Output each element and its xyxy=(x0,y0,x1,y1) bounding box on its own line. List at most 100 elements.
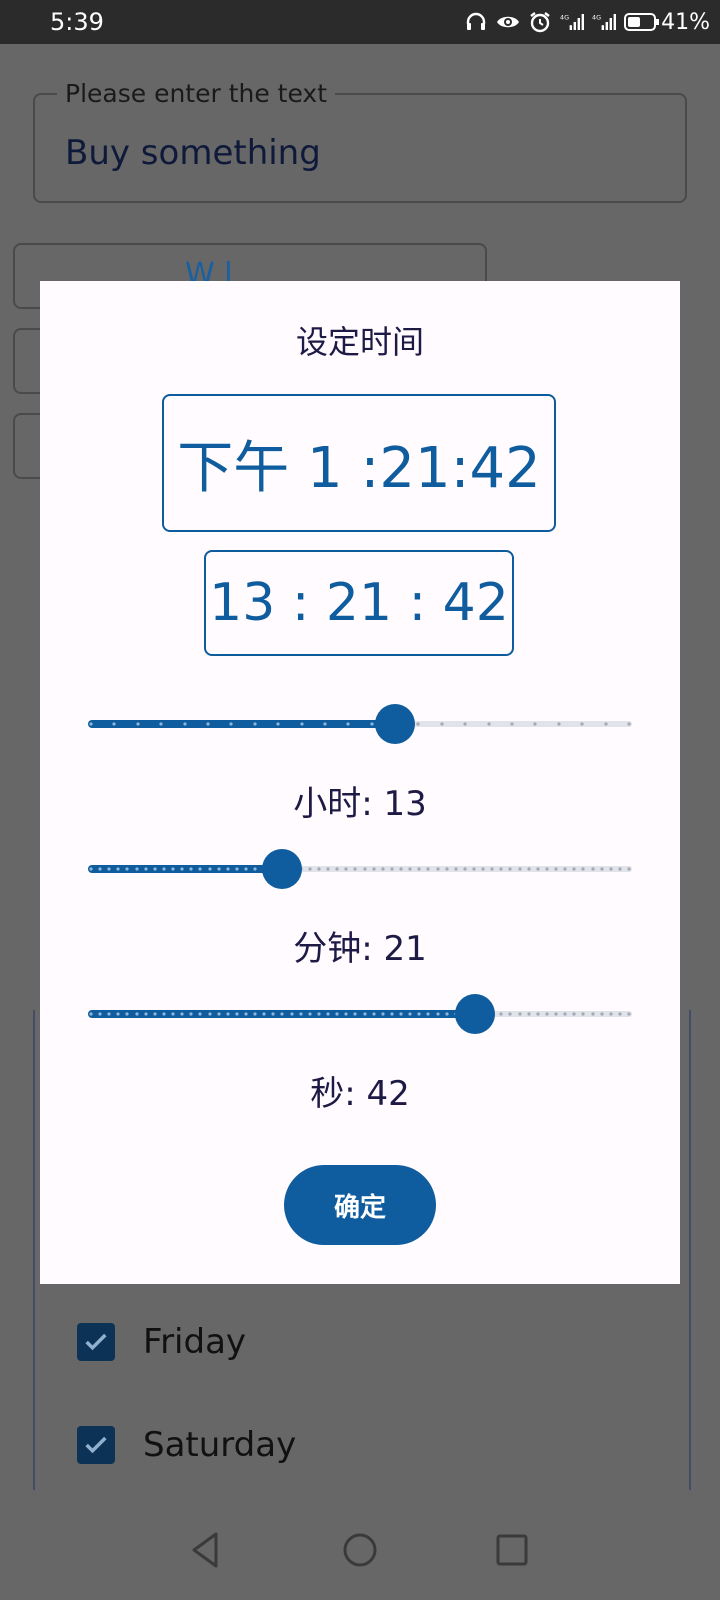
slider-tick xyxy=(527,1012,531,1016)
slider-tick xyxy=(235,1012,239,1016)
slider-tick xyxy=(159,722,163,726)
navigation-bar xyxy=(0,1500,720,1600)
slider-tick xyxy=(171,1012,175,1016)
slider-tick xyxy=(572,867,576,871)
slider-tick xyxy=(440,722,444,726)
slider-tick xyxy=(183,722,187,726)
slider-tick xyxy=(353,1012,357,1016)
slider-tick xyxy=(271,1012,275,1016)
slider-tick xyxy=(618,867,622,871)
slider-tick xyxy=(390,1012,394,1016)
slider-tick xyxy=(180,867,184,871)
slider-tick xyxy=(390,867,394,871)
slider-tick xyxy=(107,867,111,871)
slider-tick xyxy=(536,1012,540,1016)
slider-tick xyxy=(98,1012,102,1016)
slider-tick xyxy=(463,722,467,726)
home-icon[interactable] xyxy=(338,1528,382,1572)
signal-4g-icon: 4G xyxy=(592,14,616,30)
eye-icon xyxy=(497,16,519,28)
slider-tick xyxy=(162,867,166,871)
slider-tick xyxy=(627,722,631,726)
hour-slider[interactable] xyxy=(88,704,632,744)
slider-tick xyxy=(229,722,233,726)
slider-tick xyxy=(323,722,327,726)
slider-tick xyxy=(208,867,212,871)
slider-tick xyxy=(335,1012,339,1016)
slider-tick xyxy=(609,1012,613,1016)
slider-tick xyxy=(308,867,312,871)
slider-tick xyxy=(572,1012,576,1016)
slider-tick xyxy=(162,1012,166,1016)
slider-tick xyxy=(276,722,280,726)
recents-icon[interactable] xyxy=(490,1528,534,1572)
slider-tick xyxy=(408,1012,412,1016)
slider-tick xyxy=(416,722,420,726)
slider-tick xyxy=(136,722,140,726)
slider-tick xyxy=(370,722,374,726)
slider-tick xyxy=(189,867,193,871)
slider-tick xyxy=(408,867,412,871)
slider-tick xyxy=(112,722,116,726)
back-icon[interactable] xyxy=(184,1528,228,1572)
slider-tick xyxy=(463,867,467,871)
check-icon xyxy=(85,1333,107,1351)
day-checkbox-row[interactable]: Saturday xyxy=(77,1425,296,1465)
minute-label: 分钟: 21 xyxy=(293,929,427,969)
slider-tick xyxy=(417,1012,421,1016)
battery-percent: 41% xyxy=(661,10,710,35)
slider-tick xyxy=(490,867,494,871)
svg-text:4G: 4G xyxy=(592,14,601,22)
checkbox-checked[interactable] xyxy=(77,1426,115,1464)
slider-tick xyxy=(554,867,558,871)
slider-tick xyxy=(499,1012,503,1016)
slider-tick xyxy=(518,867,522,871)
slider-tick xyxy=(600,1012,604,1016)
slider-tick xyxy=(89,1012,93,1016)
slider-tick xyxy=(299,1012,303,1016)
slider-tick xyxy=(363,1012,367,1016)
slider-tick xyxy=(372,867,376,871)
slider-tick xyxy=(363,867,367,871)
slider-thumb[interactable] xyxy=(455,994,495,1034)
status-time: 5:39 xyxy=(50,8,104,36)
slider-tick xyxy=(591,867,595,871)
slider-tick xyxy=(244,1012,248,1016)
slider-tick xyxy=(399,867,403,871)
slider-thumb[interactable] xyxy=(262,849,302,889)
slider-tick xyxy=(280,1012,284,1016)
day-label: Friday xyxy=(143,1322,247,1362)
slider-tick xyxy=(135,1012,139,1016)
text-field-value: Buy something xyxy=(65,133,321,173)
slider-tick xyxy=(499,867,503,871)
slider-tick xyxy=(445,867,449,871)
checkbox-checked[interactable] xyxy=(77,1323,115,1361)
slider-tick xyxy=(545,1012,549,1016)
status-bar: 5:39 4G 4G 41% xyxy=(0,0,720,44)
second-slider[interactable] xyxy=(88,994,632,1034)
slider-tick xyxy=(580,722,584,726)
slider-tick xyxy=(609,867,613,871)
slider-tick xyxy=(217,867,221,871)
day-checkbox-row[interactable]: Friday xyxy=(77,1322,246,1362)
slider-tick xyxy=(426,867,430,871)
confirm-button[interactable]: 确定 xyxy=(284,1165,436,1245)
text-input-field[interactable]: Please enter the text Buy something xyxy=(33,79,687,203)
check-icon xyxy=(85,1436,107,1454)
slider-tick xyxy=(436,867,440,871)
alarm-icon xyxy=(530,12,550,33)
slider-tick xyxy=(153,867,157,871)
battery-icon xyxy=(624,13,659,31)
slider-tick xyxy=(153,1012,157,1016)
slider-tick xyxy=(217,1012,221,1016)
slider-tick xyxy=(426,1012,430,1016)
slider-tick xyxy=(89,722,93,726)
slider-tick xyxy=(226,867,230,871)
slider-tick xyxy=(189,1012,193,1016)
minute-slider[interactable] xyxy=(88,849,632,889)
slider-tick xyxy=(508,867,512,871)
slider-tick xyxy=(144,1012,148,1016)
slider-tick xyxy=(581,1012,585,1016)
slider-thumb[interactable] xyxy=(375,704,415,744)
signal-4g-icon: 4G xyxy=(560,14,584,30)
